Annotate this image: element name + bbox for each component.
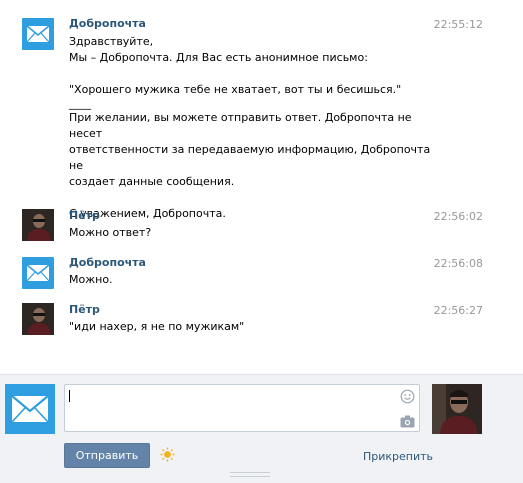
message-time: 22:56:27: [433, 304, 483, 317]
message-line: Можно ответ?: [69, 226, 152, 239]
message-line: "Хорошего мужика тебе не хватает, вот ты…: [69, 83, 402, 96]
mail-icon[interactable]: [22, 257, 54, 289]
message-line: При желании, вы можете отправить ответ. …: [69, 111, 412, 140]
message-text: Здравствуйте, Мы – Добропочта. Для Вас е…: [69, 34, 439, 222]
message-line: Можно.: [69, 273, 113, 286]
message-line: "иди нахер, я не по мужикам": [69, 320, 245, 333]
message-time: 22:56:08: [433, 257, 483, 270]
message-time: 22:56:02: [433, 210, 483, 223]
message-author[interactable]: Добропочта: [69, 256, 146, 269]
sun-icon[interactable]: [160, 447, 175, 465]
message-line: С уважением, Добропочта.: [69, 207, 226, 220]
send-button[interactable]: Отправить: [64, 443, 150, 468]
mail-icon[interactable]: [22, 18, 54, 50]
message-line: создает данные сообщения.: [69, 175, 235, 188]
message-input[interactable]: [64, 384, 420, 432]
message-text: Можно ответ?: [69, 225, 429, 241]
user-avatar[interactable]: [22, 209, 54, 241]
camera-icon[interactable]: [400, 415, 415, 431]
smile-icon[interactable]: [400, 389, 415, 407]
mail-icon: [5, 384, 55, 434]
resize-handle[interactable]: [230, 472, 270, 477]
user-avatar[interactable]: [432, 384, 482, 434]
message-line: Здравствуйте,: [69, 35, 154, 48]
message-text: "иди нахер, я не по мужикам": [69, 319, 429, 335]
message-text: Можно.: [69, 272, 429, 288]
message-author[interactable]: Добропочта: [69, 17, 146, 30]
attach-link[interactable]: Прикрепить: [363, 450, 433, 463]
message-author[interactable]: Пётр: [69, 303, 100, 316]
message-line: ____: [69, 97, 91, 110]
user-avatar[interactable]: [22, 303, 54, 335]
message-line: Мы – Добропочта. Для Вас есть анонимное …: [69, 51, 368, 64]
message-time: 22:55:12: [433, 18, 483, 31]
message-line: ответственности за передаваемую информац…: [69, 143, 431, 172]
message-author[interactable]: Пётр: [69, 209, 100, 222]
text-caret: [69, 390, 70, 402]
